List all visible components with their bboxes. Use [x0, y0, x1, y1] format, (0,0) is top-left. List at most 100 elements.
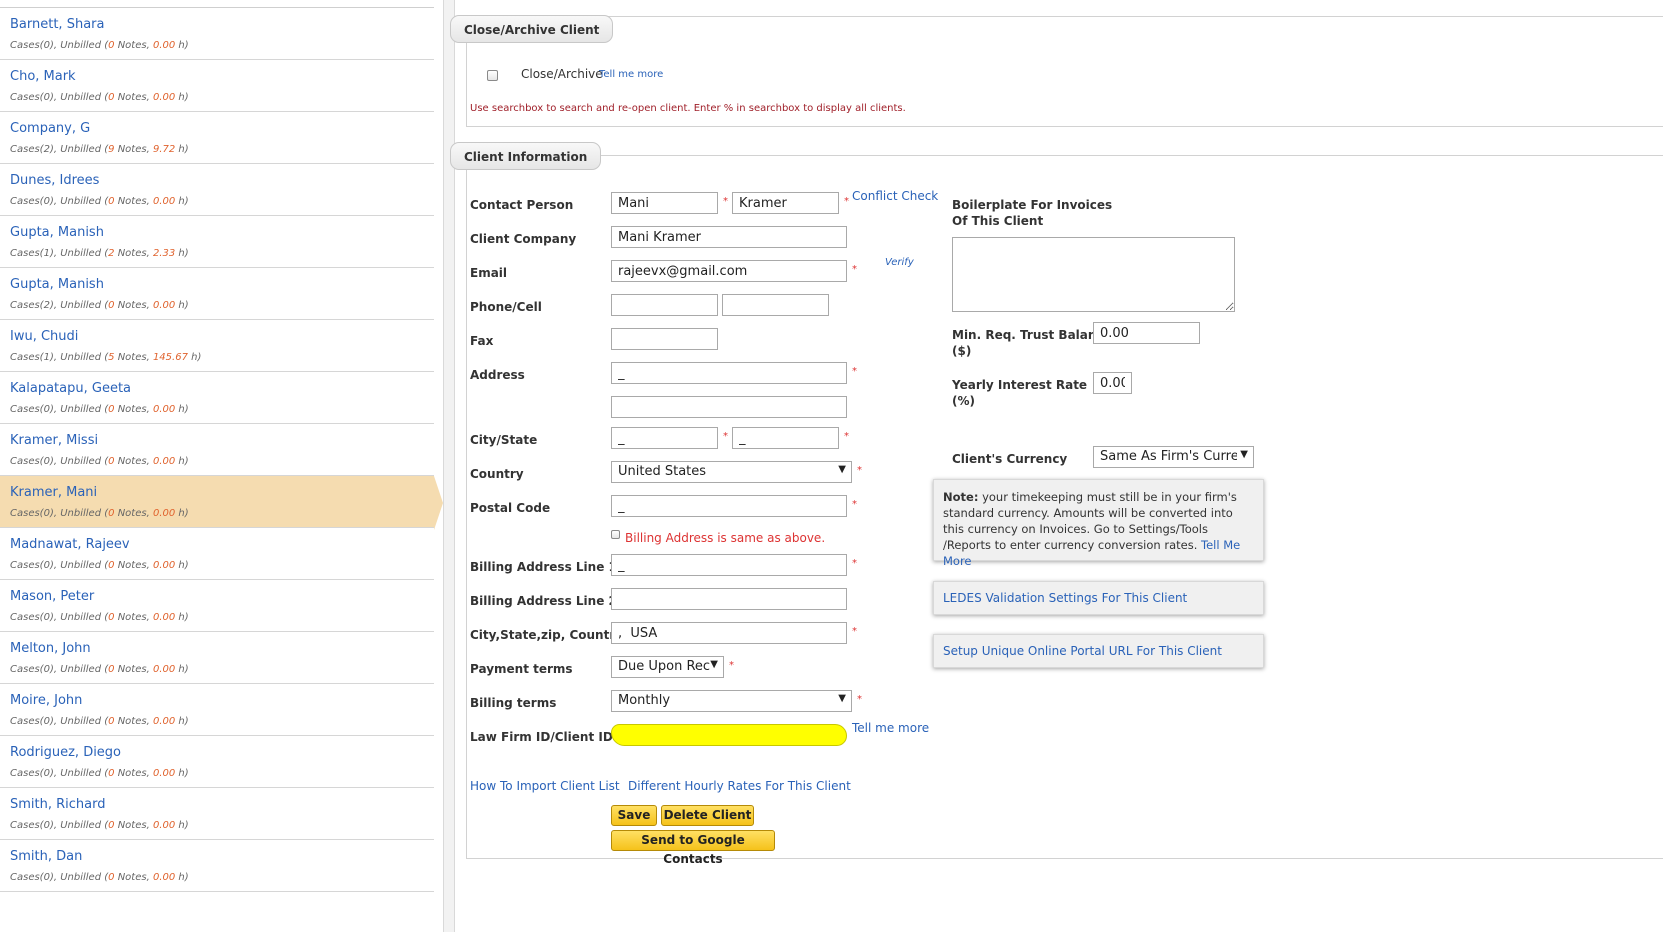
address-line-1-input[interactable]	[611, 362, 847, 384]
client-name[interactable]: Gupta, Manish	[10, 277, 104, 292]
client-list-item[interactable]: Dunes, Idrees Cases(0), Unbilled (0 Notes…	[0, 164, 434, 216]
client-cases: Cases(0)	[10, 92, 54, 103]
payment-terms-label: Payment terms	[470, 662, 573, 676]
unbilled-label: , Unbilled (	[53, 196, 109, 207]
required-marker: *	[844, 196, 849, 207]
delete-client-button[interactable]: Delete Client	[661, 805, 754, 826]
save-button[interactable]: Save	[611, 805, 657, 826]
client-name[interactable]: Gupta, Manish	[10, 225, 104, 240]
client-list-item[interactable]: Gupta, Manish Cases(1), Unbilled (2 Notes…	[0, 216, 434, 268]
client-list-item[interactable]: Mason, Peter Cases(0), Unbilled (0 Notes,…	[0, 580, 434, 632]
city-input[interactable]	[611, 427, 718, 449]
client-list-item[interactable]: Kalapatapu, Geeta Cases(0), Unbilled (0 N…	[0, 372, 434, 424]
client-name[interactable]: Kramer, Missi	[10, 433, 98, 448]
client-name[interactable]: Mason, Peter	[10, 589, 94, 604]
client-name[interactable]: Company, G	[10, 121, 90, 136]
billing-address-1-input[interactable]	[611, 554, 847, 576]
trust-balance-input[interactable]	[1093, 322, 1200, 344]
billing-address-2-input[interactable]	[611, 588, 847, 610]
payment-terms-select[interactable]: Due Upon Rec ▼	[611, 656, 724, 678]
unbilled-label: , Unbilled (	[53, 820, 109, 831]
unbilled-label: , Unbilled (	[53, 508, 109, 519]
boilerplate-label-line-2: Of This Client	[952, 214, 1044, 228]
law-firm-id-input[interactable]	[611, 724, 847, 746]
notes-label: Notes,	[114, 612, 153, 623]
law-firm-id-label: Law Firm ID/Client ID	[470, 730, 613, 744]
sidebar-divider[interactable]	[443, 0, 455, 932]
hourly-rates-link[interactable]: Different Hourly Rates For This Client	[628, 779, 851, 793]
client-name[interactable]: Dunes, Idrees	[10, 173, 99, 188]
client-name[interactable]: Moire, John	[10, 693, 82, 708]
client-name[interactable]: Kramer, Mani	[10, 485, 97, 500]
client-list-item[interactable]: Moire, John Cases(0), Unbilled (0 Notes, …	[0, 684, 434, 736]
client-company-input[interactable]	[611, 226, 847, 248]
archive-tell-more-link[interactable]: Tell me more	[599, 69, 663, 80]
close-archive-checkbox[interactable]	[487, 70, 498, 81]
last-name-input[interactable]	[732, 192, 839, 214]
postal-code-input[interactable]	[611, 495, 847, 517]
boilerplate-textarea[interactable]	[952, 237, 1235, 312]
client-name[interactable]: Smith, Dan	[10, 849, 82, 864]
city-zip-country-input[interactable]	[611, 622, 847, 644]
client-name[interactable]: Cho, Mark	[10, 69, 76, 84]
client-list-item[interactable]: Barnett, Shara Cases(0), Unbilled (0 Note…	[0, 8, 434, 60]
client-name[interactable]: Melton, John	[10, 641, 91, 656]
client-list-item[interactable]: Melton, John Cases(0), Unbilled (0 Notes,…	[0, 632, 434, 684]
chevron-down-icon: ▼	[838, 693, 846, 704]
unbilled-label: , Unbilled (	[53, 456, 109, 467]
client-list-item[interactable]: Cho, Mark Cases(0), Unbilled (0 Notes, 0.…	[0, 60, 434, 112]
unbilled-label: , Unbilled (	[53, 92, 109, 103]
address-line-2-input[interactable]	[611, 396, 847, 418]
billing-terms-label: Billing terms	[470, 696, 557, 710]
import-client-list-link[interactable]: How To Import Client List	[470, 779, 620, 793]
client-summary: Cases(0), Unbilled (0 Notes, 0.00 h)	[10, 560, 189, 571]
fax-label: Fax	[470, 334, 494, 348]
chevron-down-icon: ▼	[838, 464, 846, 475]
law-firm-id-tell-more-link[interactable]: Tell me more	[852, 721, 929, 735]
email-input[interactable]	[611, 260, 847, 282]
client-list-item[interactable]: Smith, Dan Cases(0), Unbilled (0 Notes, 0…	[0, 840, 434, 892]
country-select[interactable]: United States ▼	[611, 461, 852, 483]
client-name[interactable]: Madnawat, Rajeev	[10, 537, 130, 552]
currency-select[interactable]: Same As Firm's Curren ▼	[1093, 446, 1254, 468]
first-name-input[interactable]	[611, 192, 718, 214]
billing-same-checkbox[interactable]	[611, 530, 620, 539]
portal-url-link[interactable]: Setup Unique Online Portal URL For This …	[943, 644, 1222, 658]
verify-email-link[interactable]: Verify	[885, 257, 914, 268]
chevron-down-icon: ▼	[710, 659, 718, 670]
fax-input[interactable]	[611, 328, 718, 350]
client-cases: Cases(1)	[10, 352, 54, 363]
note-text: your timekeeping must still be in your f…	[943, 490, 1237, 552]
client-name[interactable]: Iwu, Chudi	[10, 329, 78, 344]
archive-hint: Use searchbox to search and re-open clie…	[470, 103, 906, 114]
client-list-item[interactable]: Kramer, Mani Cases(0), Unbilled (0 Notes,…	[0, 476, 443, 530]
phone-input[interactable]	[611, 294, 718, 316]
notes-label: Notes,	[114, 352, 153, 363]
billing-terms-select[interactable]: Monthly ▼	[611, 690, 852, 712]
client-list-item[interactable]: Company, G Cases(2), Unbilled (9 Notes, 9…	[0, 112, 434, 164]
client-list-item[interactable]: Smith, Richard Cases(0), Unbilled (0 Note…	[0, 788, 434, 840]
client-name[interactable]: Rodriguez, Diego	[10, 745, 121, 760]
ledes-settings-link[interactable]: LEDES Validation Settings For This Clien…	[943, 591, 1187, 605]
notes-label: Notes,	[114, 144, 153, 155]
cell-input[interactable]	[722, 294, 829, 316]
client-cases: Cases(0)	[10, 40, 54, 51]
client-list-item[interactable]: Kramer, Missi Cases(0), Unbilled (0 Notes…	[0, 424, 434, 476]
client-cases: Cases(0)	[10, 560, 54, 571]
client-name[interactable]: Barnett, Shara	[10, 17, 104, 32]
client-name[interactable]: Smith, Richard	[10, 797, 106, 812]
notes-label: Notes,	[114, 508, 153, 519]
client-list-item[interactable]: Rodriguez, Diego Cases(0), Unbilled (0 No…	[0, 736, 434, 788]
client-list-item[interactable]: Iwu, Chudi Cases(1), Unbilled (5 Notes, 1…	[0, 320, 434, 372]
required-marker: *	[852, 366, 857, 377]
conflict-check-link[interactable]: Conflict Check	[852, 189, 938, 203]
client-name[interactable]: Kalapatapu, Geeta	[10, 381, 131, 396]
interest-rate-input[interactable]	[1093, 372, 1132, 394]
client-list-item[interactable]: Gupta, Manish Cases(2), Unbilled (0 Notes…	[0, 268, 434, 320]
client-summary: Cases(0), Unbilled (0 Notes, 0.00 h)	[10, 820, 189, 831]
client-cases: Cases(0)	[10, 872, 54, 883]
client-list-item[interactable]: Madnawat, Rajeev Cases(0), Unbilled (0 No…	[0, 528, 434, 580]
send-to-google-contacts-button[interactable]: Send to Google Contacts	[611, 830, 775, 866]
hours-label: h)	[175, 820, 189, 831]
state-input[interactable]	[732, 427, 839, 449]
